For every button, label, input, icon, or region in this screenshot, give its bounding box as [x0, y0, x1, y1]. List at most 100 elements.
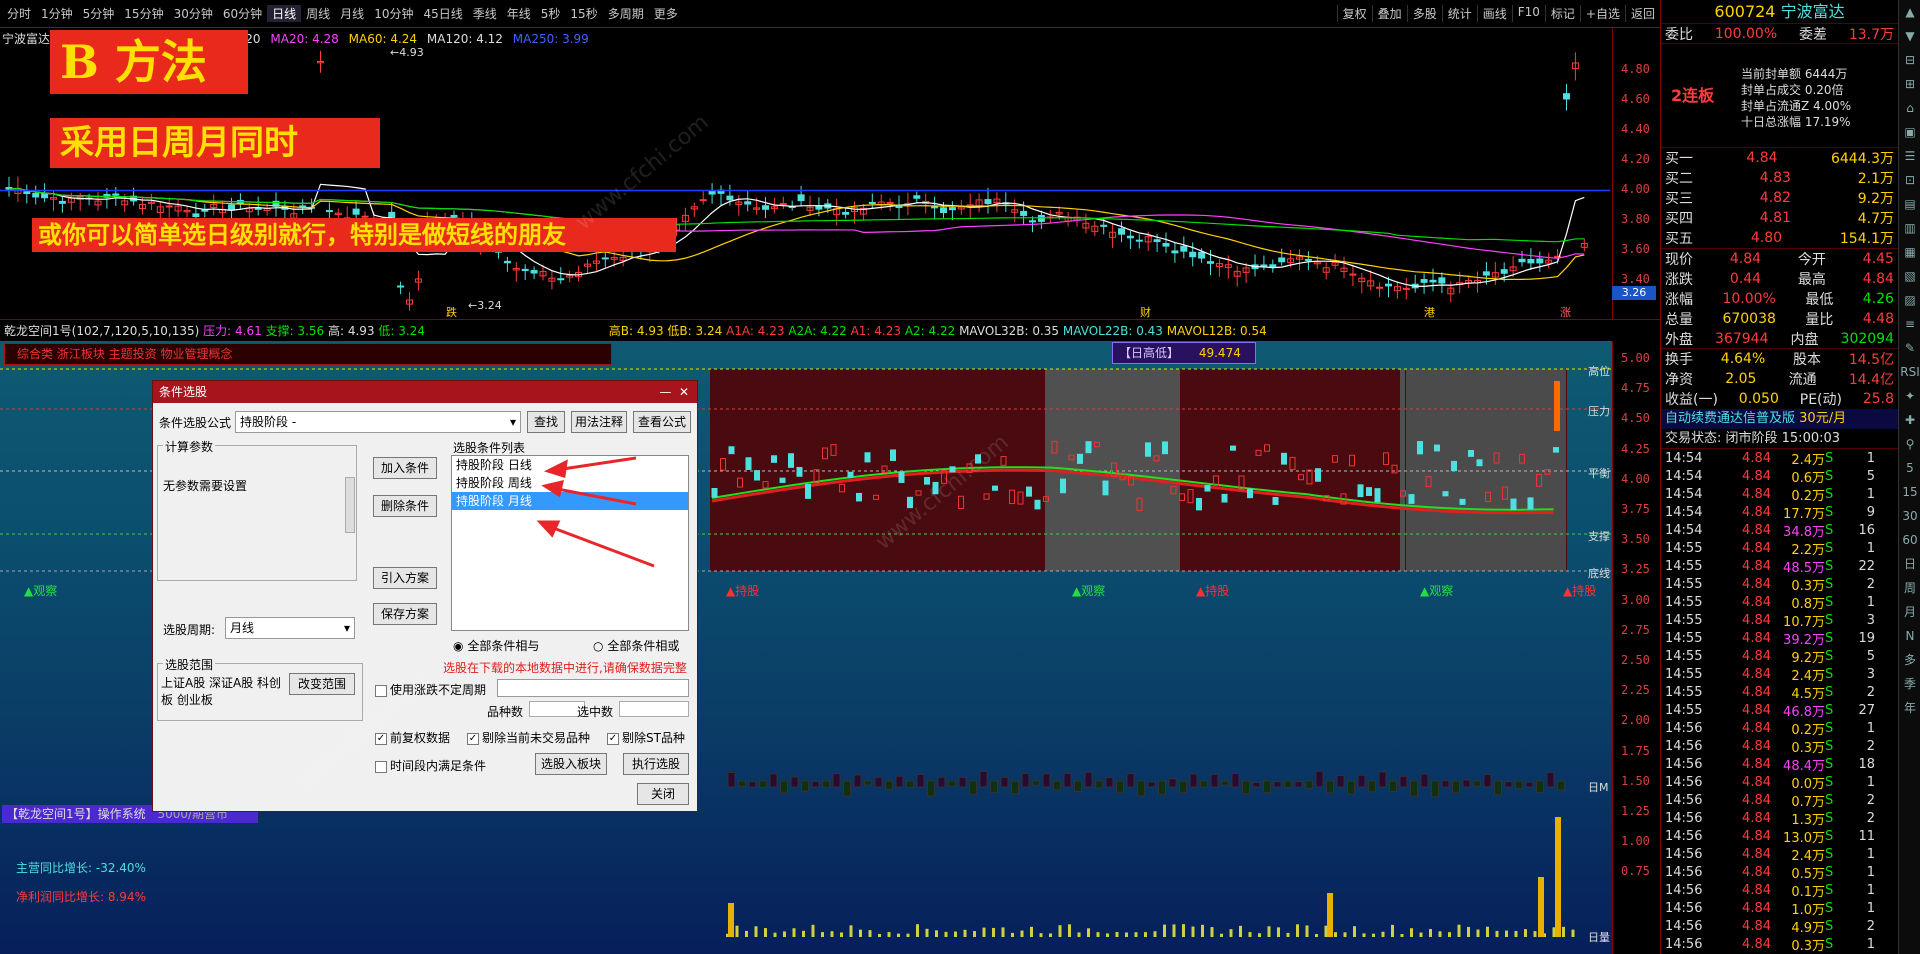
- dialog-window-controls[interactable]: — ✕: [659, 381, 689, 403]
- formula-select[interactable]: 持股阶段 - ▾: [235, 411, 521, 433]
- seal-deal: 封单占成交 0.20倍: [1741, 83, 1844, 97]
- mini-candle: [1510, 498, 1517, 511]
- stat-value: 0.050: [1738, 391, 1779, 407]
- tool-icon[interactable]: ▦: [1899, 240, 1920, 264]
- period-select[interactable]: 月线 ▾: [225, 617, 355, 639]
- period-shortcut[interactable]: 周: [1899, 576, 1920, 600]
- period-shortcut[interactable]: 月: [1899, 600, 1920, 624]
- tool-0[interactable]: 复权: [1336, 5, 1372, 22]
- condition-list[interactable]: 持股阶段 日线 持股阶段 周线 持股阶段 月线: [451, 455, 689, 631]
- tool-icon[interactable]: ▼: [1899, 24, 1920, 48]
- tab-16[interactable]: 更多: [649, 5, 683, 22]
- volume-bar: [764, 928, 767, 937]
- tool-icon[interactable]: ▲: [1899, 0, 1920, 24]
- period-shortcut[interactable]: 30: [1899, 504, 1920, 528]
- tool-icon[interactable]: ☰: [1899, 144, 1920, 168]
- tool-icon[interactable]: ▥: [1899, 216, 1920, 240]
- tool-2[interactable]: 多股: [1406, 5, 1442, 22]
- tool-1[interactable]: 叠加: [1371, 5, 1407, 22]
- limit-period-field[interactable]: [497, 679, 689, 697]
- tick-volume: 2.4万: [1791, 453, 1825, 468]
- macd-bar: [1326, 780, 1334, 794]
- condition-item[interactable]: 持股阶段 周线: [452, 474, 688, 492]
- period-shortcut[interactable]: N: [1899, 624, 1920, 648]
- volume-bar: [1486, 926, 1489, 937]
- tool-3[interactable]: 统计: [1441, 5, 1477, 22]
- qfq-checkbox[interactable]: ✓ 前复权数据: [375, 729, 450, 746]
- st-checkbox[interactable]: ✓ 剔除ST品种: [607, 729, 685, 746]
- period-shortcut[interactable]: 多: [1899, 648, 1920, 672]
- tool-icon[interactable]: ⊡: [1899, 168, 1920, 192]
- tool-icon[interactable]: ✚: [1899, 408, 1920, 432]
- untraded-checkbox[interactable]: ✓ 剔除当前未交易品种: [467, 729, 590, 746]
- view-formula-button[interactable]: 查看公式: [633, 411, 691, 433]
- tool-icon[interactable]: ▤: [1899, 192, 1920, 216]
- tool-icon[interactable]: ✦: [1899, 384, 1920, 408]
- tool-icon[interactable]: ⊟: [1899, 48, 1920, 72]
- untraded-label: 剔除当前未交易品种: [482, 731, 591, 745]
- close-button[interactable]: 关闭: [637, 783, 689, 805]
- tool-icon[interactable]: RSI: [1899, 360, 1920, 384]
- book-price: 4.84: [1746, 150, 1778, 166]
- radio-and-option[interactable]: ◉ 全部条件相与: [453, 637, 539, 654]
- tool-icon[interactable]: ⊞: [1899, 72, 1920, 96]
- promo-bar[interactable]: 自动续费通达信普及版 30元/月: [1661, 409, 1898, 429]
- tool-icon[interactable]: ✎: [1899, 336, 1920, 360]
- find-button[interactable]: 查找: [527, 411, 565, 433]
- change-range-button[interactable]: 改变范围: [289, 673, 355, 695]
- tab-15[interactable]: 多周期: [603, 5, 649, 22]
- add-condition-button[interactable]: 加入条件: [373, 457, 437, 479]
- tool-7[interactable]: +自选: [1579, 5, 1625, 22]
- tab-4[interactable]: 30分钟: [169, 5, 218, 22]
- kline-panel[interactable]: 宁波富达 4.20 MA20: 4.28 MA60: 4.24 MA120: 4…: [0, 28, 1660, 320]
- tab-5[interactable]: 60分钟: [218, 5, 267, 22]
- tool-icon[interactable]: ⌂: [1899, 96, 1920, 120]
- tool-6[interactable]: 标记: [1544, 5, 1580, 22]
- period-shortcut[interactable]: 5: [1899, 456, 1920, 480]
- tick-volume: 0.7万: [1791, 795, 1825, 810]
- usage-button[interactable]: 用法注释: [571, 411, 627, 433]
- tool-icon[interactable]: ⚲: [1899, 432, 1920, 456]
- tab-8[interactable]: 月线: [335, 5, 369, 22]
- tick-count: 1: [1866, 595, 1875, 610]
- tool-4[interactable]: 画线: [1476, 5, 1512, 22]
- tool-icon[interactable]: ▨: [1899, 288, 1920, 312]
- condition-item[interactable]: 持股阶段 月线: [452, 492, 688, 510]
- mini-candle: [1553, 447, 1559, 453]
- tab-9[interactable]: 10分钟: [369, 5, 418, 22]
- import-plan-button[interactable]: 引入方案: [373, 567, 437, 589]
- tab-10[interactable]: 45日线: [418, 5, 467, 22]
- execute-button[interactable]: 执行选股: [623, 753, 689, 775]
- tab-13[interactable]: 5秒: [536, 5, 566, 22]
- period-satisfy-checkbox[interactable]: 时间段内满足条件: [375, 757, 486, 774]
- radio-or-option[interactable]: ○ 全部条件相或: [593, 637, 679, 654]
- condition-item[interactable]: 持股阶段 日线: [452, 456, 688, 474]
- period-shortcut[interactable]: 15: [1899, 480, 1920, 504]
- tab-7[interactable]: 周线: [301, 5, 335, 22]
- tab-12[interactable]: 年线: [502, 5, 536, 22]
- tab-6[interactable]: 日线: [267, 5, 302, 22]
- stock-screen-dialog[interactable]: 条件选股 — ✕ 条件选股公式 持股阶段 - ▾ 查找 用法注释 查看公式 计算参数…: [152, 380, 698, 812]
- to-block-button[interactable]: 选股入板块: [535, 753, 607, 775]
- tool-8[interactable]: 返回: [1624, 5, 1660, 22]
- period-shortcut[interactable]: 季: [1899, 672, 1920, 696]
- tick-price: 4.84: [1742, 667, 1771, 682]
- tab-1[interactable]: 1分钟: [36, 5, 78, 22]
- period-satisfy-label: 时间段内满足条件: [390, 759, 487, 773]
- tool-icon[interactable]: ▧: [1899, 264, 1920, 288]
- tab-0[interactable]: 分时: [2, 5, 36, 22]
- tab-11[interactable]: 季线: [468, 5, 502, 22]
- tool-icon[interactable]: ≡: [1899, 312, 1920, 336]
- delete-condition-button[interactable]: 删除条件: [373, 495, 437, 517]
- params-scrollbar[interactable]: [345, 477, 355, 533]
- save-plan-button[interactable]: 保存方案: [373, 603, 437, 625]
- period-shortcut[interactable]: 日: [1899, 552, 1920, 576]
- period-shortcut[interactable]: 年: [1899, 696, 1920, 720]
- tab-2[interactable]: 5分钟: [78, 5, 120, 22]
- period-shortcut[interactable]: 60: [1899, 528, 1920, 552]
- volume-bar: [1058, 925, 1062, 937]
- tab-3[interactable]: 15分钟: [119, 5, 168, 22]
- tool-5[interactable]: F10: [1511, 5, 1545, 22]
- tab-14[interactable]: 15秒: [565, 5, 602, 22]
- tool-icon[interactable]: ▣: [1899, 120, 1920, 144]
